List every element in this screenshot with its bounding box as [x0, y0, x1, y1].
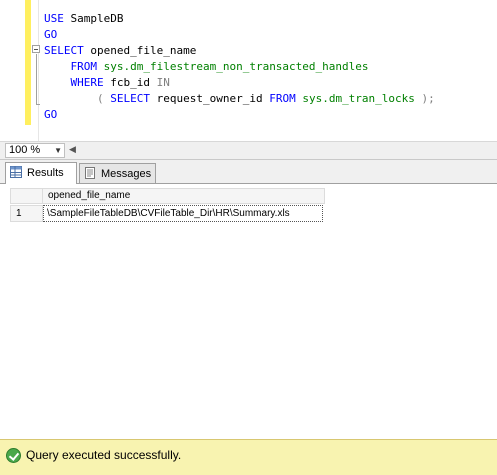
zoom-bar: 100 % ▼ ◀ — [0, 141, 497, 159]
code-line-5: WHERE fcb_id IN — [70, 76, 170, 89]
tab-results[interactable]: Results — [5, 162, 77, 184]
code-line-6: ( SELECT request_owner_id FROM sys.dm_tr… — [96, 92, 435, 105]
status-bar: Query executed successfully. — [0, 439, 497, 475]
chevron-down-icon[interactable]: ▼ — [54, 144, 62, 157]
tab-messages[interactable]: Messages — [79, 163, 156, 183]
editor-margin-line — [38, 0, 39, 141]
column-header-label: opened_file_name — [48, 190, 131, 201]
grid-icon — [10, 166, 22, 178]
sql-editor[interactable]: USE SampleDB GO SELECT opened_file_name … — [0, 0, 497, 141]
results-tabstrip: Results Messages — [0, 160, 497, 184]
zoom-value: 100 % — [9, 144, 41, 156]
row-number-label: 1 — [16, 208, 22, 219]
code-line-4: FROM sys.dm_filestream_non_transacted_ha… — [70, 60, 369, 73]
zoom-select[interactable]: 100 % ▼ — [5, 143, 65, 158]
code-line-7: GO — [44, 108, 58, 121]
outline-collapse-icon[interactable] — [32, 45, 40, 53]
messages-icon — [85, 167, 95, 179]
cell-value: \SampleFileTableDB\CVFileTable_Dir\HR\Su… — [47, 208, 290, 219]
tab-messages-label: Messages — [101, 168, 152, 180]
outline-guide-end — [36, 104, 40, 105]
check-circle-icon — [6, 448, 21, 463]
code-line-2: GO — [44, 28, 58, 41]
editor-gutter — [0, 0, 25, 141]
row-number: 1 — [10, 205, 43, 222]
code-line-1: USE SampleDB — [44, 12, 124, 25]
scroll-left-icon[interactable]: ◀ — [69, 144, 76, 155]
row-number-header — [10, 188, 43, 204]
status-message: Query executed successfully. — [26, 448, 182, 462]
change-tracking-bar — [25, 0, 31, 125]
code-line-3: SELECT opened_file_name — [44, 44, 197, 57]
column-header[interactable]: opened_file_name — [42, 188, 325, 204]
results-pane: Results Messages opened_file_name 1 \Sam… — [0, 159, 497, 439]
tab-results-label: Results — [27, 167, 64, 179]
table-cell-selected[interactable]: \SampleFileTableDB\CVFileTable_Dir\HR\Su… — [43, 205, 323, 222]
outline-guide — [36, 54, 37, 104]
